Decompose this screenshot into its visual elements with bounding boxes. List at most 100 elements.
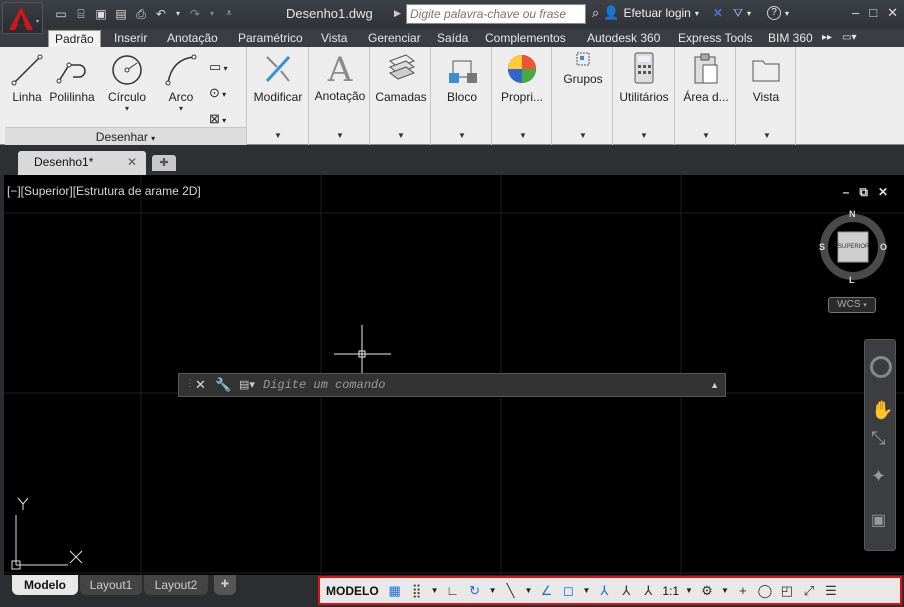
vp-minimize-icon[interactable]: –: [843, 185, 850, 200]
arc-tool[interactable]: Arco ▾: [161, 53, 201, 113]
user-icon[interactable]: 👤: [603, 5, 619, 21]
layers-dropdown-icon[interactable]: ▼: [397, 131, 405, 140]
isodraft-icon[interactable]: ╲: [503, 583, 519, 599]
a360-icon[interactable]: ⛛: [733, 6, 743, 21]
ribbon-minimize-icon[interactable]: ▭▾: [842, 30, 856, 47]
steering-wheel-icon[interactable]: [870, 356, 892, 378]
search-input[interactable]: Digite palavra-chave ou frase: [406, 4, 586, 24]
view-panel[interactable]: Vista ▼: [737, 47, 796, 145]
workspace-gear-icon[interactable]: ⚙: [699, 583, 715, 599]
circle-tool[interactable]: Círculo ▾: [105, 53, 149, 113]
close-icon[interactable]: ✕: [887, 5, 898, 21]
annotation-scale-value[interactable]: 1:1: [662, 584, 679, 598]
groups-panel[interactable]: Grupos ▼: [553, 47, 613, 145]
tab-inserir[interactable]: Inserir: [114, 30, 147, 47]
zoom-extents-icon[interactable]: ⤡: [871, 428, 885, 449]
annotation-visibility-icon[interactable]: ⅄: [596, 583, 612, 599]
modify-dropdown-icon[interactable]: ▼: [274, 131, 282, 140]
arc-dropdown-icon[interactable]: ▾: [161, 104, 201, 113]
tab-parametrico[interactable]: Paramétrico: [238, 30, 303, 47]
compass-east[interactable]: L: [849, 275, 855, 285]
annotation-tool[interactable]: A Anotação: [310, 51, 370, 103]
isolate-objects-icon[interactable]: ◰: [779, 583, 795, 599]
open-icon[interactable]: ⌸: [74, 7, 88, 21]
compass-north[interactable]: N: [849, 209, 856, 219]
tab-gerenciar[interactable]: Gerenciar: [368, 30, 421, 47]
clean-screen-icon[interactable]: ⤢: [801, 583, 817, 599]
command-input[interactable]: Digite um comando: [263, 378, 385, 392]
isodraft-dropdown-icon[interactable]: ▼: [525, 586, 533, 595]
line-tool[interactable]: Linha: [9, 53, 45, 104]
rectangle-icon[interactable]: ▭ ▾: [209, 55, 241, 81]
block-dropdown-icon[interactable]: ▼: [458, 131, 466, 140]
layers-tool[interactable]: Camadas: [371, 51, 431, 104]
tab-modelo[interactable]: Modelo: [12, 575, 78, 595]
snap-icon[interactable]: ⣿: [409, 583, 425, 599]
ortho-icon[interactable]: ∟: [445, 583, 461, 599]
model-space-toggle[interactable]: MODELO: [324, 584, 381, 598]
modify-panel[interactable]: Modificar ▼: [248, 47, 309, 145]
view-dropdown-icon[interactable]: ▼: [763, 131, 771, 140]
save-as-icon[interactable]: ▤: [114, 7, 128, 21]
modify-tool[interactable]: Modificar: [248, 51, 308, 104]
redo-icon[interactable]: ↷: [188, 7, 202, 21]
properties-tool[interactable]: Propri...: [493, 51, 551, 104]
utilities-tool[interactable]: Utilitários: [614, 51, 674, 104]
view-tool[interactable]: Vista: [737, 51, 795, 104]
binoculars-icon[interactable]: ⌕: [592, 5, 599, 21]
hardware-acceleration-icon[interactable]: ◯: [757, 583, 773, 599]
properties-dropdown-icon[interactable]: ▼: [519, 131, 527, 140]
new-tab-button[interactable]: ✚: [152, 155, 176, 171]
utilities-panel[interactable]: Utilitários ▼: [614, 47, 675, 145]
compass-south[interactable]: S: [819, 242, 825, 252]
object-snap-dropdown-icon[interactable]: ▼: [582, 586, 590, 595]
undo-dropdown-icon[interactable]: ▾: [174, 7, 182, 21]
polar-dropdown-icon[interactable]: ▼: [489, 586, 497, 595]
viewport-controls-label[interactable]: [−][Superior][Estrutura de arame 2D]: [7, 184, 201, 198]
object-snap-icon[interactable]: ◻: [560, 583, 576, 599]
login-dropdown-icon[interactable]: ▾: [695, 9, 699, 18]
utilities-dropdown-icon[interactable]: ▼: [640, 131, 648, 140]
clipboard-panel[interactable]: Área d... ▼: [676, 47, 736, 145]
customize-icon[interactable]: ⩡: [222, 7, 236, 21]
layers-panel[interactable]: Camadas ▼: [371, 47, 431, 145]
showmotion-icon[interactable]: ▣: [871, 510, 886, 530]
restore-icon[interactable]: □: [869, 5, 877, 21]
viewcube[interactable]: SUPERIOR N S O L: [818, 209, 888, 285]
save-icon[interactable]: ▣: [94, 7, 108, 21]
exchange-icon[interactable]: ✕: [713, 6, 723, 20]
print-icon[interactable]: ⎙: [134, 7, 148, 21]
help-dropdown-icon[interactable]: ▾: [785, 9, 789, 18]
a360-dropdown-icon[interactable]: ▾: [747, 9, 751, 18]
tab-autodesk-360[interactable]: Autodesk 360: [587, 30, 660, 47]
annotation-monitor-icon[interactable]: +: [735, 583, 751, 599]
annotation-dropdown-icon[interactable]: ▼: [336, 131, 344, 140]
customization-menu-icon[interactable]: ☰: [823, 583, 839, 599]
groups-dropdown-icon[interactable]: ▼: [579, 131, 587, 140]
file-tab-desenho1[interactable]: Desenho1* ✕: [18, 151, 146, 175]
vp-restore-icon[interactable]: ⧉: [859, 185, 868, 200]
search-expand-icon[interactable]: ▶: [394, 8, 401, 19]
command-grip-icon[interactable]: ⋮: [185, 378, 195, 389]
undo-icon[interactable]: ↶: [154, 7, 168, 21]
annotation-panel[interactable]: A Anotação ▼: [310, 47, 370, 145]
tab-complementos[interactable]: Complementos: [485, 30, 566, 47]
polar-icon[interactable]: ↻: [467, 583, 483, 599]
application-menu-button[interactable]: [2, 2, 43, 34]
command-prompt-icon[interactable]: ▤▾: [239, 378, 255, 391]
help-icon[interactable]: ?: [767, 6, 782, 20]
vp-close-icon[interactable]: ✕: [878, 185, 888, 200]
command-customize-icon[interactable]: 🔧: [215, 377, 231, 393]
redo-dropdown-icon[interactable]: ▾: [208, 7, 216, 21]
draw-panel-footer[interactable]: Desenhar ▾: [5, 127, 246, 145]
polyline-tool[interactable]: Polilinha: [47, 53, 97, 104]
compass-west[interactable]: O: [880, 242, 887, 252]
pan-icon[interactable]: ✋: [871, 400, 893, 421]
block-tool[interactable]: Bloco: [432, 51, 492, 104]
command-close-icon[interactable]: ✕: [195, 377, 206, 393]
close-tab-icon[interactable]: ✕: [127, 151, 137, 173]
grid-icon[interactable]: ▦: [387, 583, 403, 599]
new-icon[interactable]: ▭: [54, 7, 68, 21]
tab-layout2[interactable]: Layout2: [144, 575, 208, 595]
draw-panel-expand-icon[interactable]: ▾: [151, 134, 155, 143]
